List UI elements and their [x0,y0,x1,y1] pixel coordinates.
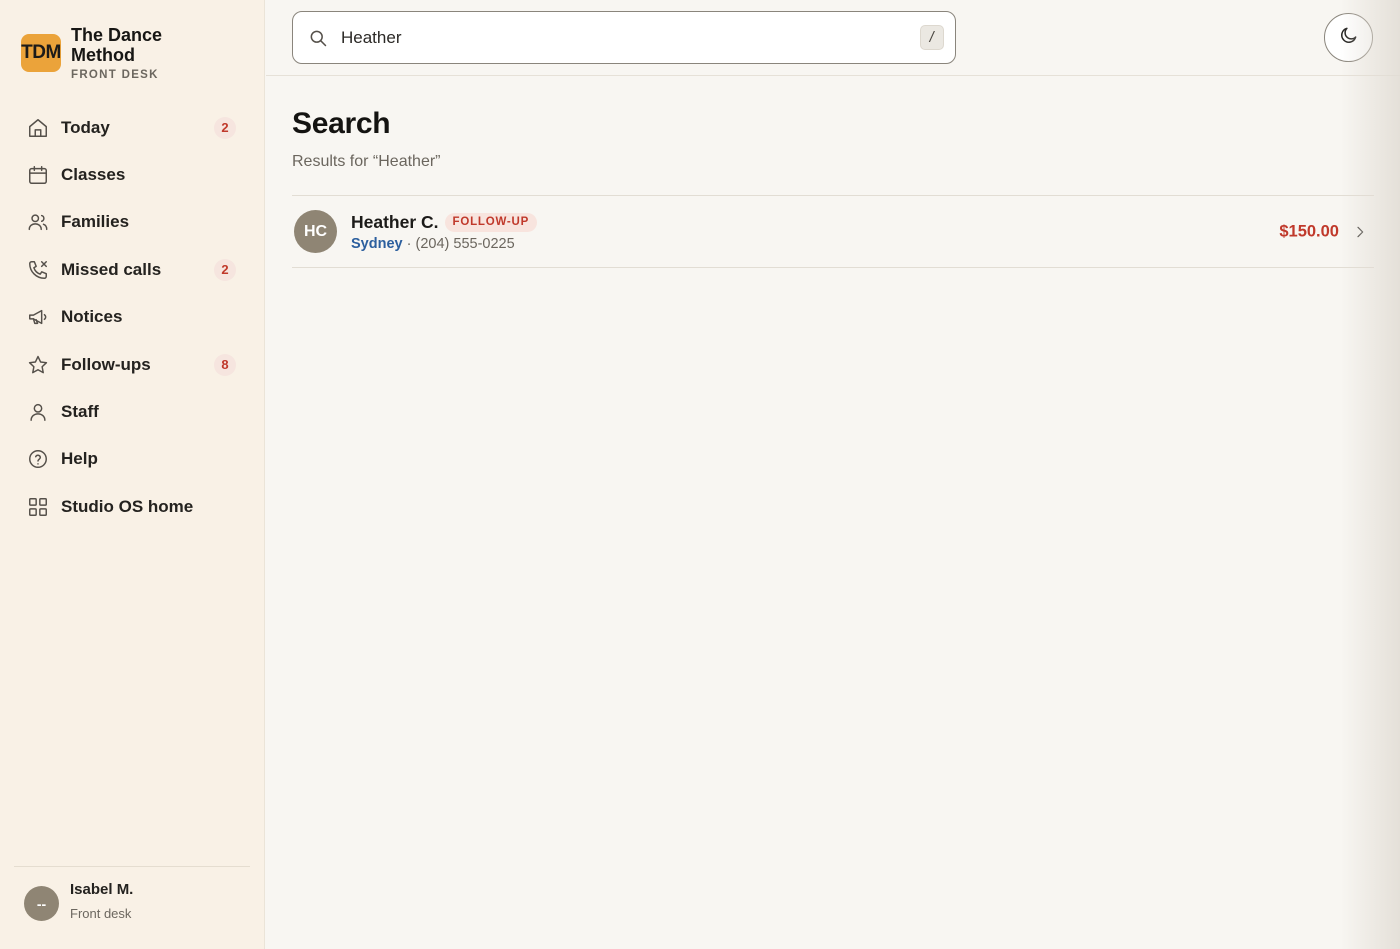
sidebar-item-label: Studio OS home [61,496,194,516]
avatar: -- [24,886,59,921]
home-icon [26,116,50,140]
sidebar: TDM The Dance Method FRONT DESK Today 2 … [0,0,265,949]
users-icon [26,210,50,234]
result-details: Sydney · (204) 555-0225 [351,236,537,252]
balance-amount: $150.00 [1279,222,1339,240]
avatar: HC [294,210,337,253]
user-role: Front desk [70,906,132,921]
search-box[interactable]: / [292,11,956,64]
sidebar-item-classes[interactable]: Classes [14,151,250,198]
sidebar-item-label: Help [61,449,98,469]
brand-name: The Dance Method [71,25,163,65]
location-link[interactable]: Sydney [351,236,403,252]
sidebar-item-label: Families [61,212,130,232]
sidebar-item-label: Staff [61,402,99,422]
phone-missed-icon [26,258,50,282]
sidebar-item-families[interactable]: Families [14,199,250,246]
count-badge: 8 [214,353,236,376]
sidebar-item-label: Missed calls [61,259,162,279]
help-circle-icon [26,447,50,471]
page-title: Search [292,107,391,140]
sidebar-item-missed-calls[interactable]: Missed calls 2 [14,246,250,293]
sidebar-nav: Today 2 Classes Families Missed calls 2 [14,104,250,531]
megaphone-icon [26,305,50,329]
search-icon [308,28,328,48]
theme-toggle-button[interactable] [1324,13,1373,62]
separator: · [406,235,412,252]
user-text: Isabel M. Front desk [70,880,133,921]
user-icon [26,400,50,424]
sidebar-item-label: Classes [61,165,126,185]
user-profile[interactable]: -- Isabel M. Front desk [24,880,133,921]
sidebar-item-today[interactable]: Today 2 [14,104,250,151]
grid-icon [26,495,50,519]
user-name: Isabel M. [70,881,134,898]
result-header: Heather C. FOLLOW-UP [351,211,538,233]
result-name: Heather C. [351,211,439,232]
sidebar-item-label: Today [61,117,110,137]
brand-logo: TDM [21,34,61,72]
moon-icon [1339,25,1359,50]
sidebar-item-studio-os-home[interactable]: Studio OS home [14,483,250,530]
results-summary: Results for “Heather” [292,153,441,170]
search-input[interactable] [341,27,901,48]
results-list: HC Heather C. FOLLOW-UP Sydney · (204) 5… [292,195,1374,268]
sidebar-divider [14,866,250,867]
phone-number: (204) 555-0225 [415,235,515,252]
result-info: Heather C. FOLLOW-UP Sydney · (204) 555-… [351,211,538,252]
star-icon [26,353,50,377]
brand-subtitle: FRONT DESK [71,69,159,81]
brand[interactable]: TDM The Dance Method FRONT DESK [21,25,221,81]
topbar: / [266,0,1400,76]
keyboard-shortcut-hint: / [920,25,944,50]
count-badge: 2 [214,116,236,139]
sidebar-item-notices[interactable]: Notices [14,294,250,341]
sidebar-item-follow-ups[interactable]: Follow-ups 8 [14,341,250,388]
calendar-icon [26,163,50,187]
status-badge: FOLLOW-UP [444,212,538,232]
sidebar-item-staff[interactable]: Staff [14,388,250,435]
chevron-right-icon [1352,224,1368,240]
main-content: Search Results for “Heather” HC Heather … [292,76,1374,268]
count-badge: 2 [214,258,236,281]
sidebar-item-label: Follow-ups [61,354,151,374]
list-item[interactable]: HC Heather C. FOLLOW-UP Sydney · (204) 5… [292,196,1374,268]
brand-text: The Dance Method FRONT DESK [71,25,221,81]
sidebar-item-label: Notices [61,307,123,327]
sidebar-item-help[interactable]: Help [14,436,250,483]
